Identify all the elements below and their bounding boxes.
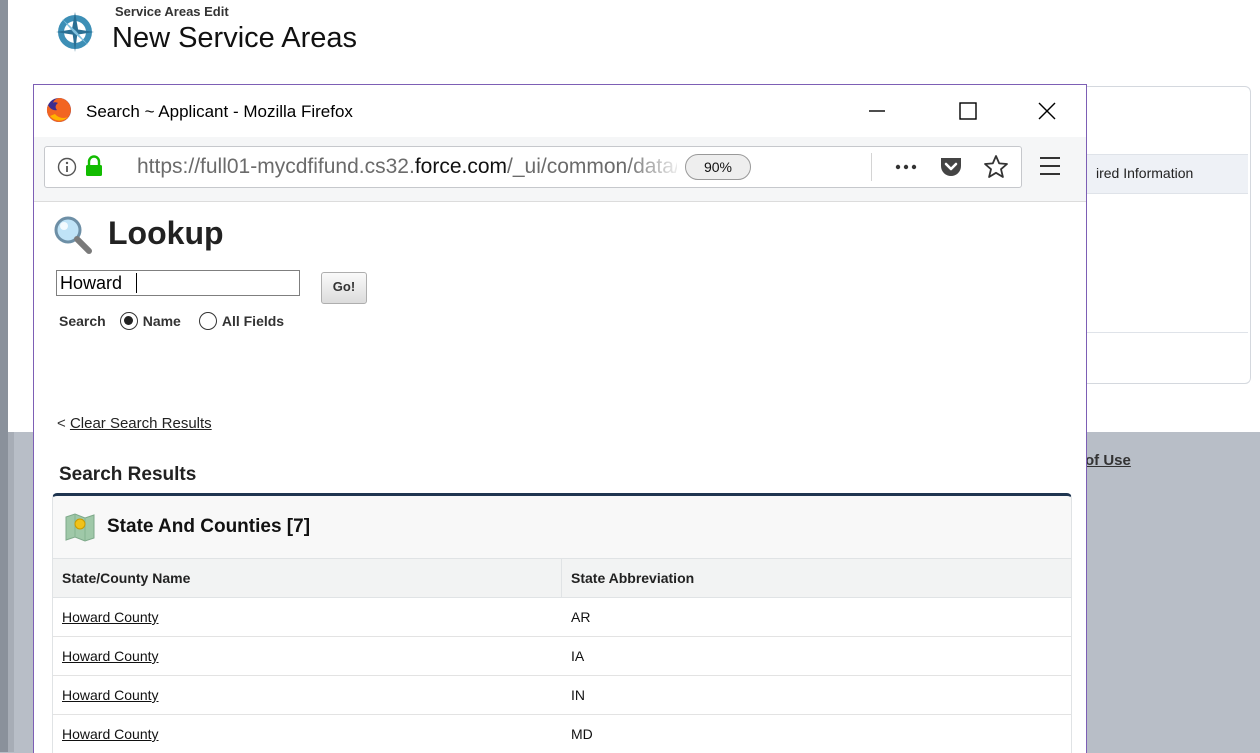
county-name-link[interactable]: Howard County [53,637,562,675]
maximize-icon[interactable] [945,93,991,129]
search-input[interactable] [56,270,300,296]
text-cursor [136,273,137,293]
compass-logo-icon [56,12,94,52]
left-edge-shadow [8,432,14,752]
clear-search-results-link[interactable]: Clear Search Results [70,415,212,432]
search-scope-row: Search Name All Fields [59,312,284,330]
state-abbreviation: IA [571,648,585,664]
clear-prefix: < [57,415,66,432]
pocket-icon[interactable] [938,154,964,180]
all-fields-radio[interactable] [198,312,217,330]
state-abbreviation: IN [571,687,585,703]
toolbar-separator [871,153,872,181]
info-icon[interactable] [57,157,77,177]
window-titlebar: Search ~ Applicant - Mozilla Firefox [34,85,1086,137]
search-results-heading: Search Results [59,464,197,485]
required-info-bar: ired Information [1084,154,1248,194]
search-label: Search [59,313,106,329]
zoom-level-button[interactable]: 90% [685,154,751,180]
url-text[interactable]: https://full01-mycdfifund.cs32.force.com… [137,155,677,179]
table-header: State/County Name State Abbreviation [53,558,1071,598]
county-name-link[interactable]: Howard County [53,676,562,714]
page-subtitle: Service Areas Edit [115,4,229,19]
results-block: State And Counties [7] State/County Name… [52,493,1072,753]
magnifier-icon [54,216,92,254]
map-icon [65,513,95,542]
lookup-page: Lookup Go! Search Name All Fields < Clea… [34,202,1086,753]
county-name-link[interactable]: Howard County [53,715,562,753]
page-title: New Service Areas [112,22,357,54]
required-info-label: ired Information [1096,165,1194,181]
more-actions-icon[interactable] [891,156,921,178]
table-row: Howard County IA [53,637,1071,676]
menu-icon[interactable] [1037,155,1063,177]
address-bar[interactable]: https://full01-mycdfifund.cs32.force.com… [44,146,1022,188]
results-block-title: State And Counties [7] [107,516,311,537]
table-row: Howard County AR [53,598,1071,637]
star-icon[interactable] [982,153,1010,181]
results-table: State/County Name State Abbreviation How… [53,558,1071,753]
left-edge [0,0,8,752]
url-fade [625,151,685,183]
state-abbreviation: MD [571,726,593,742]
table-row: Howard County MD [53,715,1071,753]
navigation-toolbar: https://full01-mycdfifund.cs32.force.com… [34,137,1086,202]
firefox-icon [46,98,71,122]
minimize-icon[interactable] [854,93,900,129]
name-radio-label[interactable]: Name [143,313,181,329]
go-button[interactable]: Go! [321,272,367,304]
window-title: Search ~ Applicant - Mozilla Firefox [86,102,353,121]
terms-of-use-link[interactable]: of Use [1085,452,1131,469]
table-row: Howard County IN [53,676,1071,715]
state-abbreviation: AR [571,609,591,625]
clear-search-results: < Clear Search Results [57,415,212,432]
column-header-name[interactable]: State/County Name [53,559,562,597]
lookup-popup-window: Search ~ Applicant - Mozilla Firefox htt… [33,84,1087,753]
lookup-title: Lookup [108,215,224,251]
name-radio[interactable] [119,312,138,330]
panel-divider [1084,332,1248,333]
close-icon[interactable] [1024,93,1070,129]
background-panel [1084,86,1251,384]
lock-icon[interactable] [85,155,103,177]
county-name-link[interactable]: Howard County [53,598,562,636]
url-domain: force.com [414,155,508,178]
url-prefix: https://full01-mycdfifund.cs32. [137,155,415,178]
column-header-abbreviation[interactable]: State Abbreviation [562,559,1071,597]
all-fields-radio-label[interactable]: All Fields [222,313,284,329]
